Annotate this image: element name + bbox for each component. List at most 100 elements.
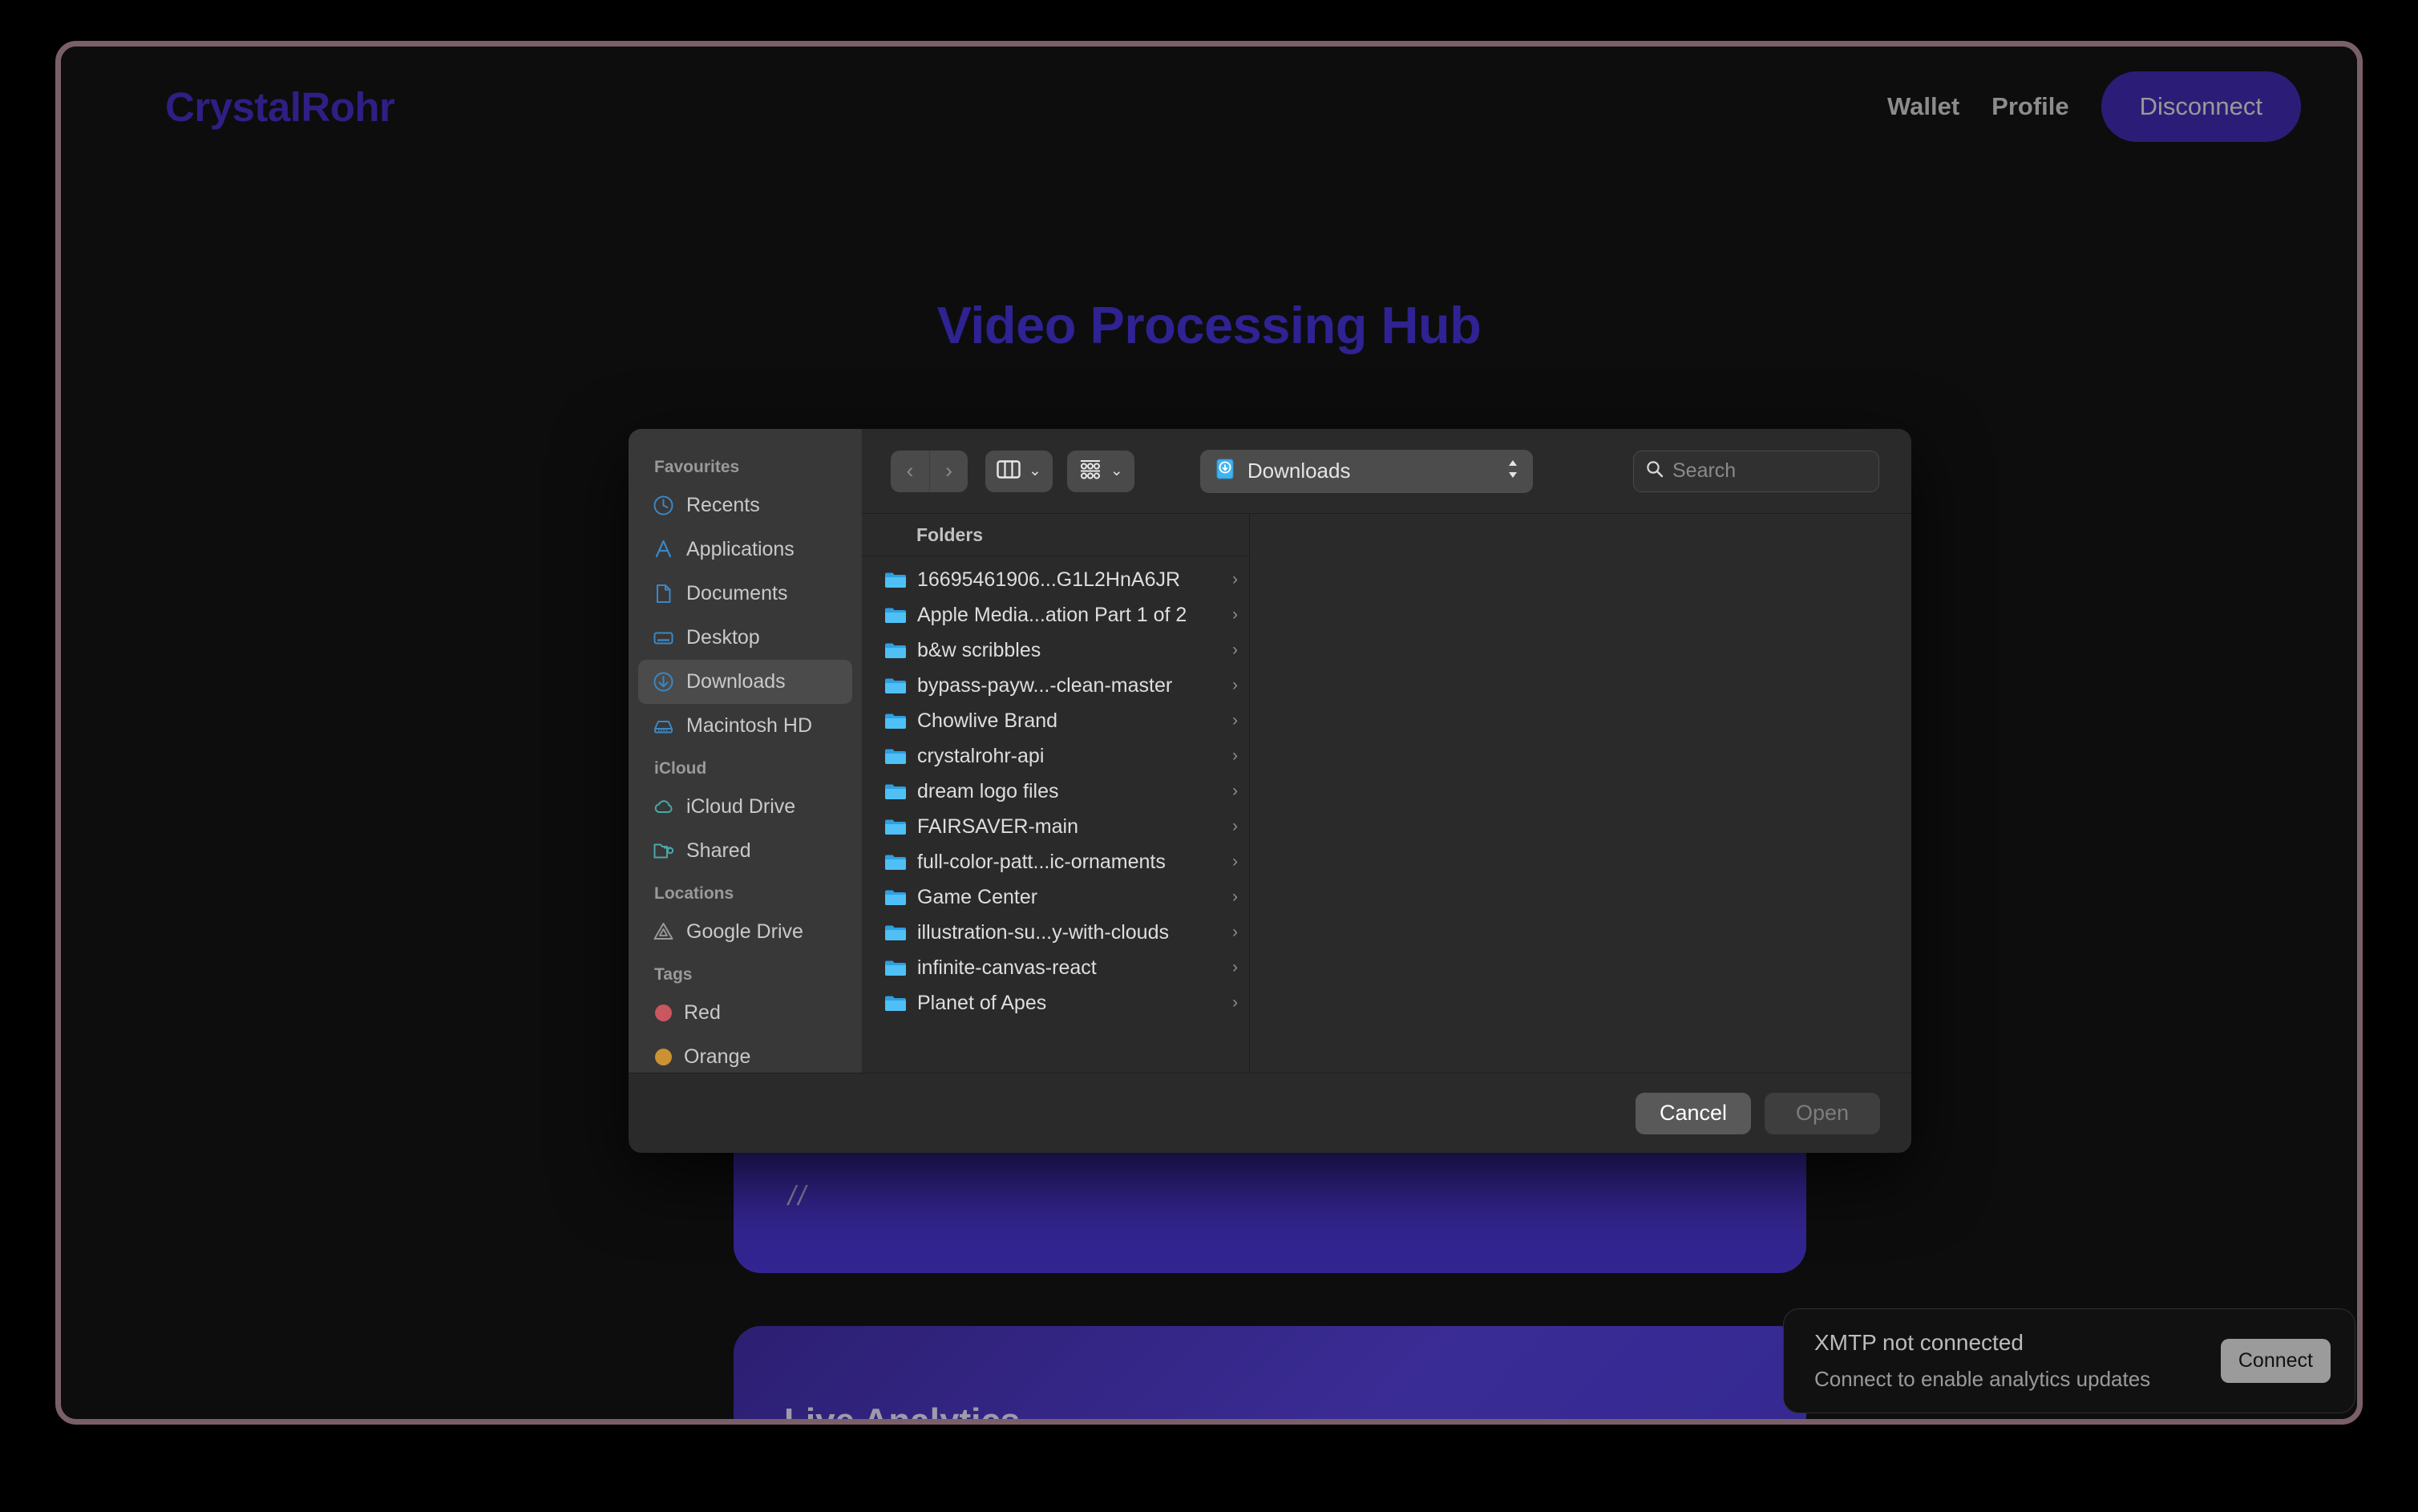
chevron-right-icon: ›	[1232, 782, 1238, 800]
folder-list[interactable]: 16695461906...G1L2HnA6JR › Apple Media...a…	[862, 556, 1249, 1073]
folder-icon	[884, 993, 907, 1013]
folder-icon	[884, 641, 907, 660]
chevron-right-icon: ›	[1232, 817, 1238, 835]
sidebar-item-label: Applications	[686, 538, 795, 560]
folder-row[interactable]: dream logo files ›	[862, 774, 1249, 809]
sidebar-item-macintosh-hd[interactable]: Macintosh HD	[638, 704, 852, 748]
xmtp-status-toast: XMTP not connected Connect to enable ana…	[1783, 1308, 2355, 1413]
file-dialog-body: Favourites Recents Applications Documents De…	[629, 429, 1911, 1073]
preview-column	[1250, 514, 1911, 1073]
path-popup-button[interactable]: Downloads	[1199, 449, 1533, 493]
sidebar-item-label: Downloads	[686, 670, 786, 693]
folder-row[interactable]: Planet of Apes ›	[862, 985, 1249, 1021]
folder-name: Apple Media...ation Part 1 of 2	[917, 603, 1187, 626]
folder-icon	[884, 782, 907, 801]
sidebar-section-favourites: Favourites	[654, 458, 740, 476]
downloads-icon	[653, 671, 674, 693]
sidebar-item-tag-orange[interactable]: Orange	[638, 1035, 852, 1073]
folder-icon	[884, 711, 907, 730]
sidebar-item-label: Google Drive	[686, 920, 803, 943]
sidebar-item-google-drive[interactable]: Google Drive	[638, 910, 852, 954]
sidebar-item-label: Macintosh HD	[686, 714, 812, 737]
cloud-icon	[653, 796, 674, 818]
stepper-icon	[1506, 458, 1520, 484]
folder-column: Folders 16695461906...G1L2HnA6JR › Apple M…	[862, 514, 1250, 1073]
open-file-dialog: Favourites Recents Applications Documents De…	[629, 429, 1911, 1153]
folder-name: Chowlive Brand	[917, 709, 1058, 732]
disconnect-button[interactable]: Disconnect	[2101, 71, 2301, 142]
folder-name: Game Center	[917, 885, 1038, 908]
sidebar-item-label: Desktop	[686, 626, 760, 649]
xmtp-toast-subtitle: Connect to enable analytics updates	[1814, 1367, 2151, 1391]
file-dialog-columns: Folders 16695461906...G1L2HnA6JR › Apple M…	[862, 513, 1911, 1073]
folder-row[interactable]: b&w scribbles ›	[862, 633, 1249, 668]
sidebar-item-applications[interactable]: Applications	[638, 528, 852, 572]
live-analytics-card: Live Analytics	[734, 1326, 1806, 1419]
folder-row[interactable]: Chowlive Brand ›	[862, 703, 1249, 738]
folder-icon	[884, 923, 907, 942]
nav-link-wallet[interactable]: Wallet	[1887, 92, 1959, 121]
sidebar-item-label: Red	[684, 1001, 721, 1024]
sidebar-item-documents[interactable]: Documents	[638, 572, 852, 616]
view-mode-button[interactable]: ⌄	[985, 450, 1053, 492]
sidebar-item-tag-red[interactable]: Red	[638, 991, 852, 1035]
sidebar-item-recents[interactable]: Recents	[638, 483, 852, 528]
folder-icon	[884, 605, 907, 625]
tag-dot-icon	[655, 1005, 672, 1021]
chevron-right-icon: ›	[1232, 993, 1238, 1012]
chevron-right-icon: ›	[1232, 605, 1238, 624]
xmtp-connect-button[interactable]: Connect	[2220, 1339, 2331, 1383]
chevron-right-icon: ›	[1232, 570, 1238, 588]
folder-row[interactable]: infinite-canvas-react ›	[862, 950, 1249, 985]
folder-row[interactable]: crystalrohr-api ›	[862, 738, 1249, 774]
folder-row[interactable]: Apple Media...ation Part 1 of 2 ›	[862, 597, 1249, 633]
folder-row[interactable]: bypass-payw...-clean-master ›	[862, 668, 1249, 703]
folder-name: dream logo files	[917, 779, 1059, 802]
file-dialog-main: ‹ › ⌄ ⌄ Downloads Search Folders 1669546…	[862, 429, 1911, 1073]
sidebar-item-label: Shared	[686, 839, 751, 862]
search-placeholder: Search	[1672, 459, 1737, 482]
downloads-folder-icon	[1213, 457, 1237, 485]
cancel-button[interactable]: Cancel	[1636, 1092, 1751, 1134]
folder-name: infinite-canvas-react	[917, 956, 1097, 979]
folder-icon	[884, 852, 907, 871]
chevron-right-icon: ›	[1232, 958, 1238, 976]
folder-icon	[884, 570, 907, 589]
desktop-icon	[653, 627, 674, 649]
applications-icon	[653, 539, 674, 560]
live-analytics-title: Live Analytics	[784, 1401, 1020, 1419]
sidebar-item-icloud-drive[interactable]: iCloud Drive	[638, 785, 852, 829]
folder-row[interactable]: 16695461906...G1L2HnA6JR ›	[862, 562, 1249, 597]
folder-row[interactable]: FAIRSAVER-main ›	[862, 809, 1249, 844]
chevron-right-icon: ›	[1232, 641, 1238, 659]
folder-row[interactable]: illustration-su...y-with-clouds ›	[862, 915, 1249, 950]
forward-button[interactable]: ›	[929, 450, 968, 492]
brand-logo[interactable]: CrystalRohr	[165, 83, 395, 131]
file-dialog-sidebar[interactable]: Favourites Recents Applications Documents De…	[629, 429, 862, 1073]
open-button[interactable]: Open	[1765, 1092, 1880, 1134]
back-button[interactable]: ‹	[891, 451, 929, 492]
folder-column-header: Folders	[862, 514, 1249, 556]
group-by-button[interactable]: ⌄	[1066, 450, 1134, 492]
folder-icon	[884, 958, 907, 977]
sidebar-item-desktop[interactable]: Desktop	[638, 616, 852, 660]
nav-link-profile[interactable]: Profile	[1991, 92, 2068, 121]
sidebar-item-downloads[interactable]: Downloads	[638, 660, 852, 704]
folder-row[interactable]: Game Center ›	[862, 879, 1249, 915]
folder-row[interactable]: full-color-patt...ic-ornaments ›	[862, 844, 1249, 879]
sidebar-item-shared[interactable]: Shared	[638, 829, 852, 873]
folder-name: illustration-su...y-with-clouds	[917, 920, 1169, 944]
tag-dot-icon	[655, 1049, 672, 1065]
nav-right-group: Wallet Profile Disconnect	[1887, 71, 2301, 142]
chevron-right-icon: ›	[1232, 676, 1238, 694]
clock-icon	[653, 495, 674, 516]
sidebar-section-locations: Locations	[654, 884, 734, 903]
path-label: Downloads	[1247, 459, 1351, 483]
xmtp-toast-title: XMTP not connected	[1814, 1330, 2024, 1355]
top-navigation-bar: CrystalRohr Wallet Profile Disconnect	[61, 46, 2357, 167]
search-input[interactable]: Search	[1633, 450, 1879, 492]
folder-name: crystalrohr-api	[917, 744, 1045, 767]
shared-folder-icon	[653, 840, 674, 862]
folder-name: full-color-patt...ic-ornaments	[917, 850, 1166, 873]
folder-name: FAIRSAVER-main	[917, 815, 1078, 838]
